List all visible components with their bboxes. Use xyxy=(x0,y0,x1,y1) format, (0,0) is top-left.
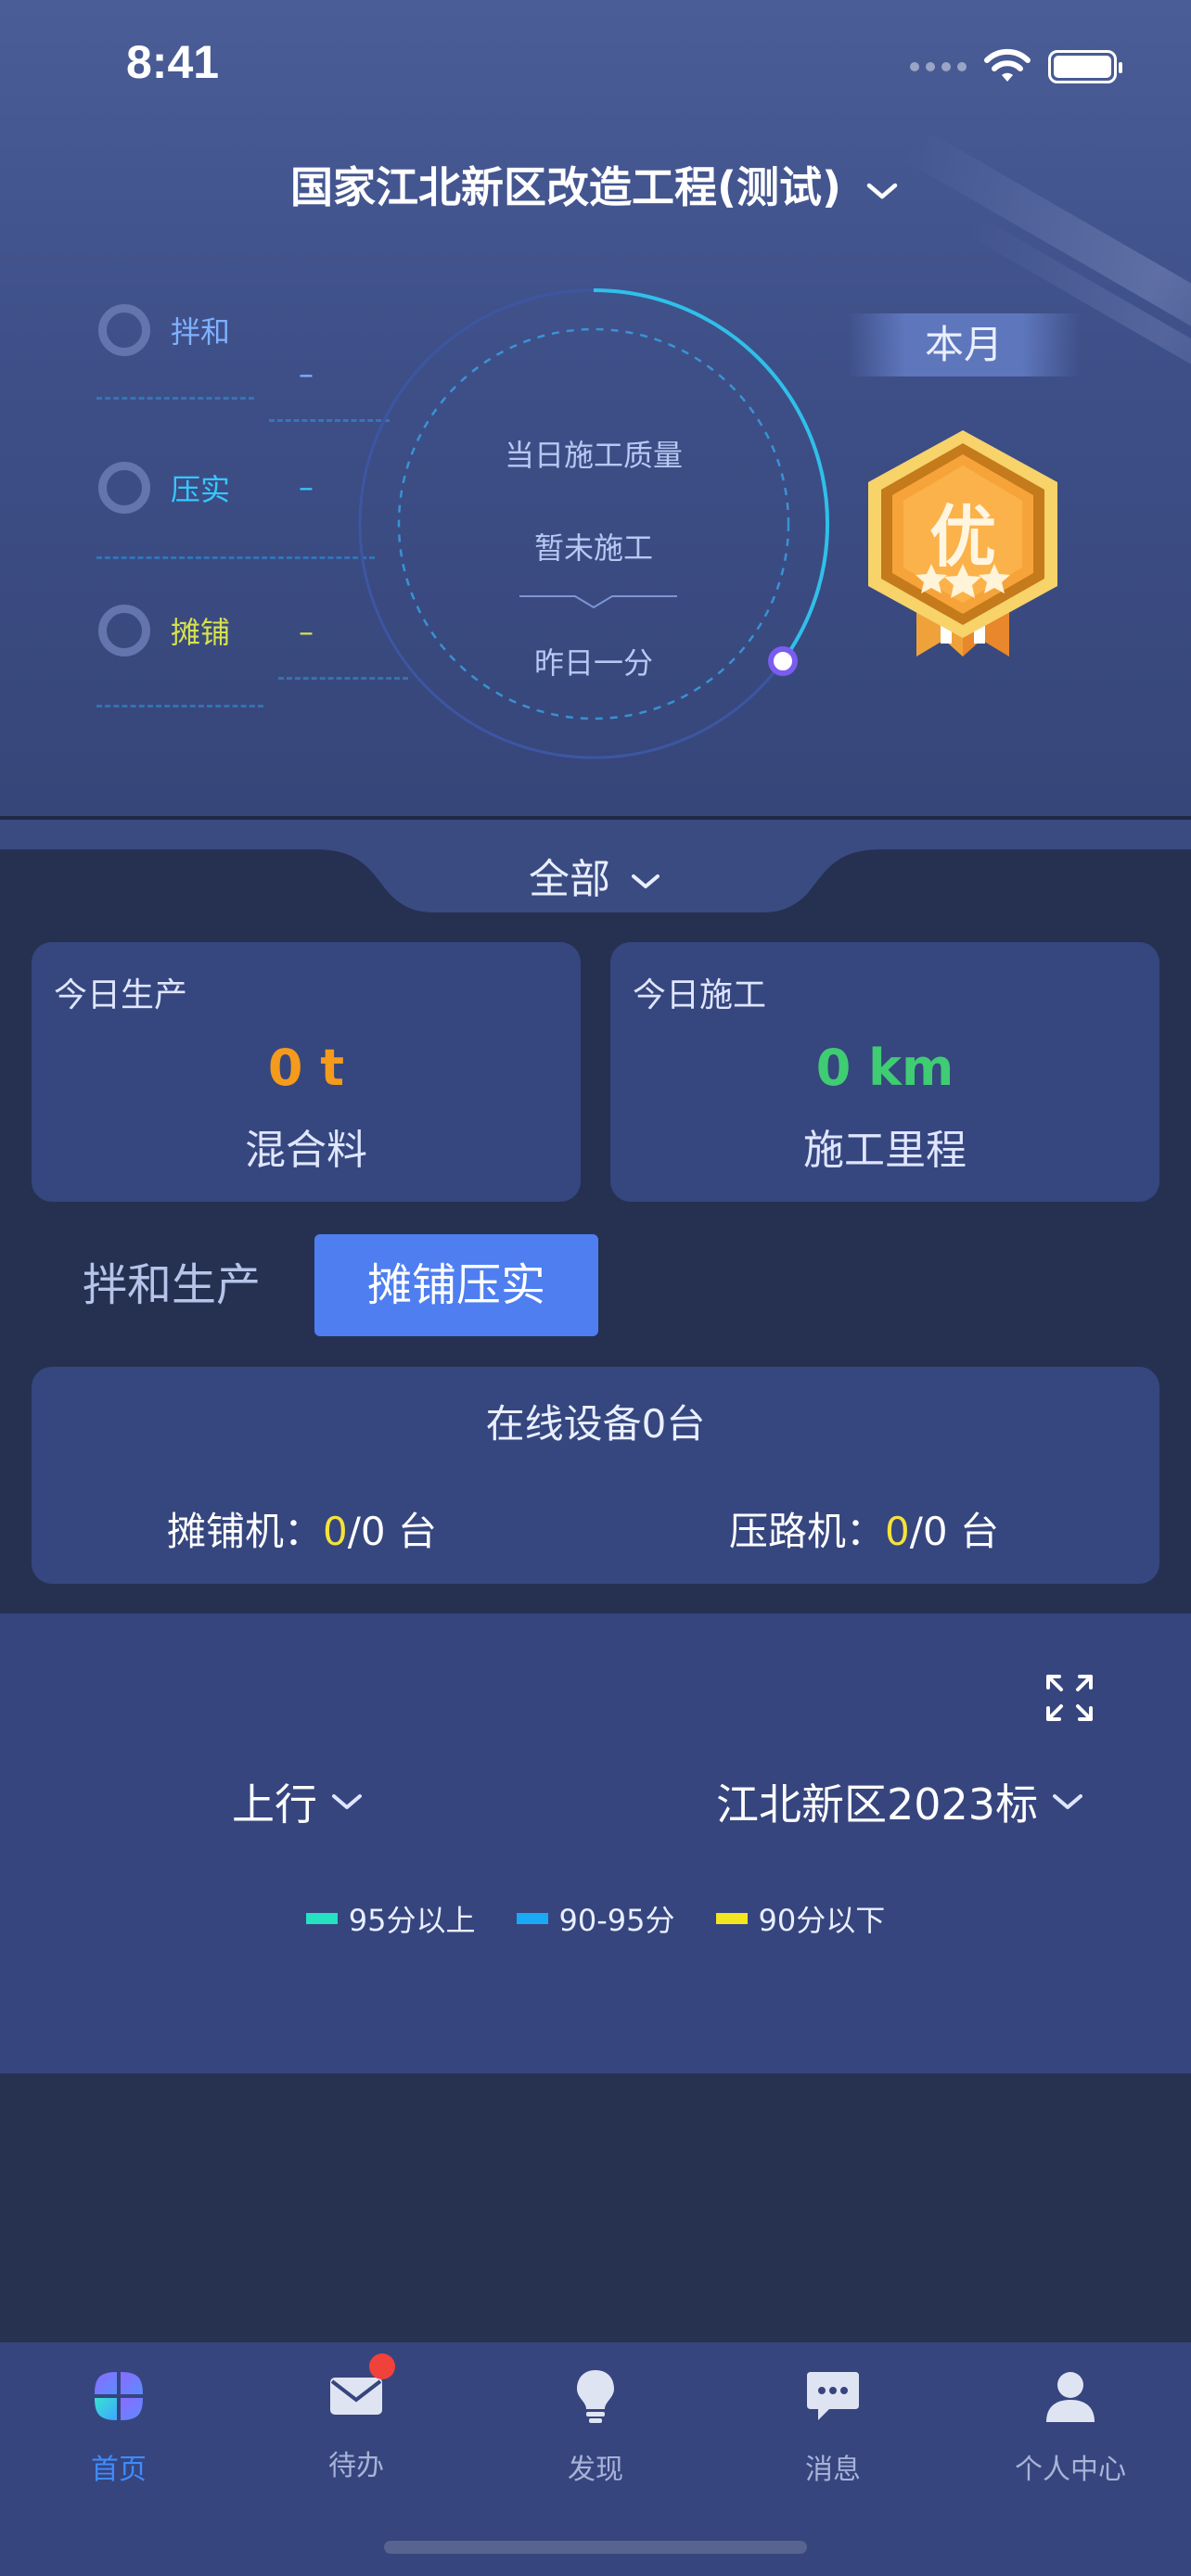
roller-count: 压路机：0/0 台 xyxy=(729,1500,999,1557)
tab-profile[interactable]: 个人中心 xyxy=(978,2366,1163,2487)
tab-messages[interactable]: 消息 xyxy=(740,2366,926,2487)
section-label: 江北新区2023标 xyxy=(716,1779,1039,1830)
quality-item-paving: 摊铺 xyxy=(98,605,230,657)
home-grid-icon xyxy=(95,2372,143,2420)
stat-subtitle: 施工里程 xyxy=(803,1127,967,1174)
connector-line xyxy=(96,397,254,400)
tab-home[interactable]: 首页 xyxy=(26,2366,211,2487)
stat-value: 0 km xyxy=(815,1039,954,1097)
online-devices-card: 在线设备0台 摊铺机：0/0 台 压路机：0/0 台 xyxy=(32,1367,1159,1584)
legend-swatch xyxy=(715,1913,748,1924)
tab-label: 待办 xyxy=(328,2450,384,2482)
quality-item-mixing: 拌和 xyxy=(98,304,230,356)
legend-swatch xyxy=(516,1913,548,1924)
stat-card-construction: 今日施工 0 km 施工里程 xyxy=(610,942,1159,1202)
tab-label: 消息 xyxy=(805,2454,861,2486)
legend-label: 90-95分 xyxy=(558,1903,675,1938)
stat-caption: 今日生产 xyxy=(54,976,188,1014)
ring-icon xyxy=(98,462,150,514)
project-title: 国家江北新区改造工程(测试) xyxy=(289,162,842,212)
scope-label: 全部 xyxy=(529,856,610,903)
status-time: 8:41 xyxy=(126,36,220,88)
paver-count: 摊铺机：0/0 台 xyxy=(167,1500,437,1557)
quality-value: – xyxy=(299,469,314,504)
cellular-signal-icon xyxy=(910,62,967,71)
tab-discover[interactable]: 发现 xyxy=(503,2366,688,2487)
project-selector[interactable]: 国家江北新区改造工程(测试) xyxy=(0,154,1191,215)
connector-line xyxy=(96,556,375,559)
quality-label: 压实 xyxy=(171,472,231,507)
direction-selector[interactable]: 上行 xyxy=(232,1771,365,1832)
legend-item: 90分以下 xyxy=(715,1897,886,1940)
legend-item: 90-95分 xyxy=(516,1897,675,1940)
ring-icon xyxy=(98,605,150,657)
stat-subtitle: 混合料 xyxy=(245,1127,367,1174)
period-badge[interactable]: 本月 xyxy=(848,313,1080,376)
quality-label: 摊铺 xyxy=(171,615,231,650)
connector-line xyxy=(96,705,263,708)
bulb-icon xyxy=(577,2370,614,2423)
road-map-panel xyxy=(0,1613,1191,2073)
roller-label: 压路机： xyxy=(729,1509,886,1554)
person-icon xyxy=(1046,2372,1095,2422)
tab-mixing-production[interactable]: 拌和生产 xyxy=(56,1234,288,1336)
direction-label: 上行 xyxy=(232,1779,317,1830)
tab-label: 首页 xyxy=(91,2454,147,2486)
quality-value: – xyxy=(299,356,314,391)
paver-online: 0 xyxy=(323,1509,348,1554)
chevron-down-icon xyxy=(332,1794,362,1809)
tab-todo[interactable]: 待办 xyxy=(263,2353,449,2483)
chevron-down-icon xyxy=(632,874,660,888)
tab-paving-compaction[interactable]: 摊铺压实 xyxy=(314,1234,598,1336)
status-icons xyxy=(910,48,1122,85)
roller-online: 0 xyxy=(885,1509,910,1554)
stat-caption: 今日施工 xyxy=(633,976,767,1014)
fullscreen-icon[interactable] xyxy=(1044,1673,1095,1723)
ring-icon xyxy=(98,304,150,356)
chat-icon xyxy=(807,2372,859,2420)
roller-total: /0 台 xyxy=(909,1509,999,1554)
stat-card-production: 今日生产 0 t 混合料 xyxy=(32,942,581,1202)
home-indicator[interactable] xyxy=(384,2541,807,2554)
tab-label: 发现 xyxy=(568,2454,623,2486)
quality-label: 拌和 xyxy=(171,314,231,350)
scope-selector[interactable]: 全部 xyxy=(0,846,1191,905)
legend-swatch xyxy=(305,1913,338,1924)
wifi-icon xyxy=(984,48,1031,82)
quality-item-compaction: 压实 xyxy=(98,462,230,514)
tab-label: 个人中心 xyxy=(1015,2454,1126,2486)
gauge-status: 暂未施工 xyxy=(533,530,653,566)
quality-value: – xyxy=(299,614,314,649)
medal-text: 优 xyxy=(928,498,996,576)
mail-icon xyxy=(327,2353,395,2426)
gauge-title: 当日施工质量 xyxy=(504,438,683,473)
app-screen: 8:41 国家江北新区改造工程(测试) 拌和 – 压实 – 摊铺 – 当日施工质… xyxy=(0,0,1191,2576)
chevron-down-icon xyxy=(1053,1794,1083,1809)
legend-label: 90分以下 xyxy=(758,1903,886,1938)
online-devices-title: 在线设备0台 xyxy=(485,1401,706,1447)
legend-item: 95分以上 xyxy=(305,1897,476,1940)
battery-icon xyxy=(1048,50,1122,83)
legend-label: 95分以上 xyxy=(348,1903,476,1938)
section-selector[interactable]: 江北新区2023标 xyxy=(716,1771,1086,1832)
gauge-footer: 昨日一分 xyxy=(533,645,653,681)
paver-total: /0 台 xyxy=(347,1509,437,1554)
paver-label: 摊铺机： xyxy=(167,1509,324,1554)
score-legend: 95分以上 90-95分 90分以下 xyxy=(0,1897,1191,1940)
stat-value: 0 t xyxy=(267,1039,345,1097)
notification-badge xyxy=(369,2353,395,2379)
chevron-down-icon xyxy=(866,183,898,198)
quality-gauge xyxy=(358,288,830,759)
